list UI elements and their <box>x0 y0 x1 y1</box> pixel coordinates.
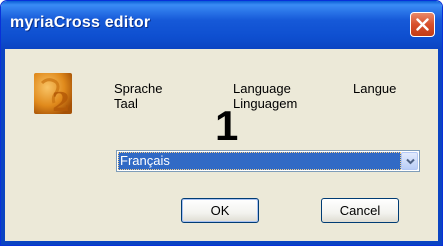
title-bar[interactable]: myriaCross editor <box>1 1 442 49</box>
chevron-down-icon <box>406 158 415 165</box>
ok-button[interactable]: OK <box>181 198 259 223</box>
svg-text:2: 2 <box>52 88 70 114</box>
step-marker: 1 <box>215 102 239 149</box>
window-frame-right <box>438 49 442 245</box>
close-button[interactable] <box>410 12 435 37</box>
language-label-de: Sprache <box>114 81 163 96</box>
language-label-fr: Langue <box>353 81 397 96</box>
dropdown-button[interactable] <box>401 152 418 170</box>
language-label-en: Language <box>233 81 291 96</box>
cancel-button[interactable]: Cancel <box>321 198 399 223</box>
window-frame-left <box>1 49 5 245</box>
window-frame-bottom <box>1 241 442 245</box>
language-select[interactable]: Français <box>116 150 420 172</box>
language-label-nl: Taal <box>114 96 138 111</box>
language-label-pt: Linguagem <box>233 96 298 111</box>
window-title: myriaCross editor <box>10 14 151 31</box>
app-logo-icon: 2 <box>34 73 72 118</box>
close-icon <box>416 18 429 31</box>
language-select-value[interactable]: Français <box>118 152 401 170</box>
dialog-window: myriaCross editor 2 Sprache Language Lan… <box>0 0 443 246</box>
